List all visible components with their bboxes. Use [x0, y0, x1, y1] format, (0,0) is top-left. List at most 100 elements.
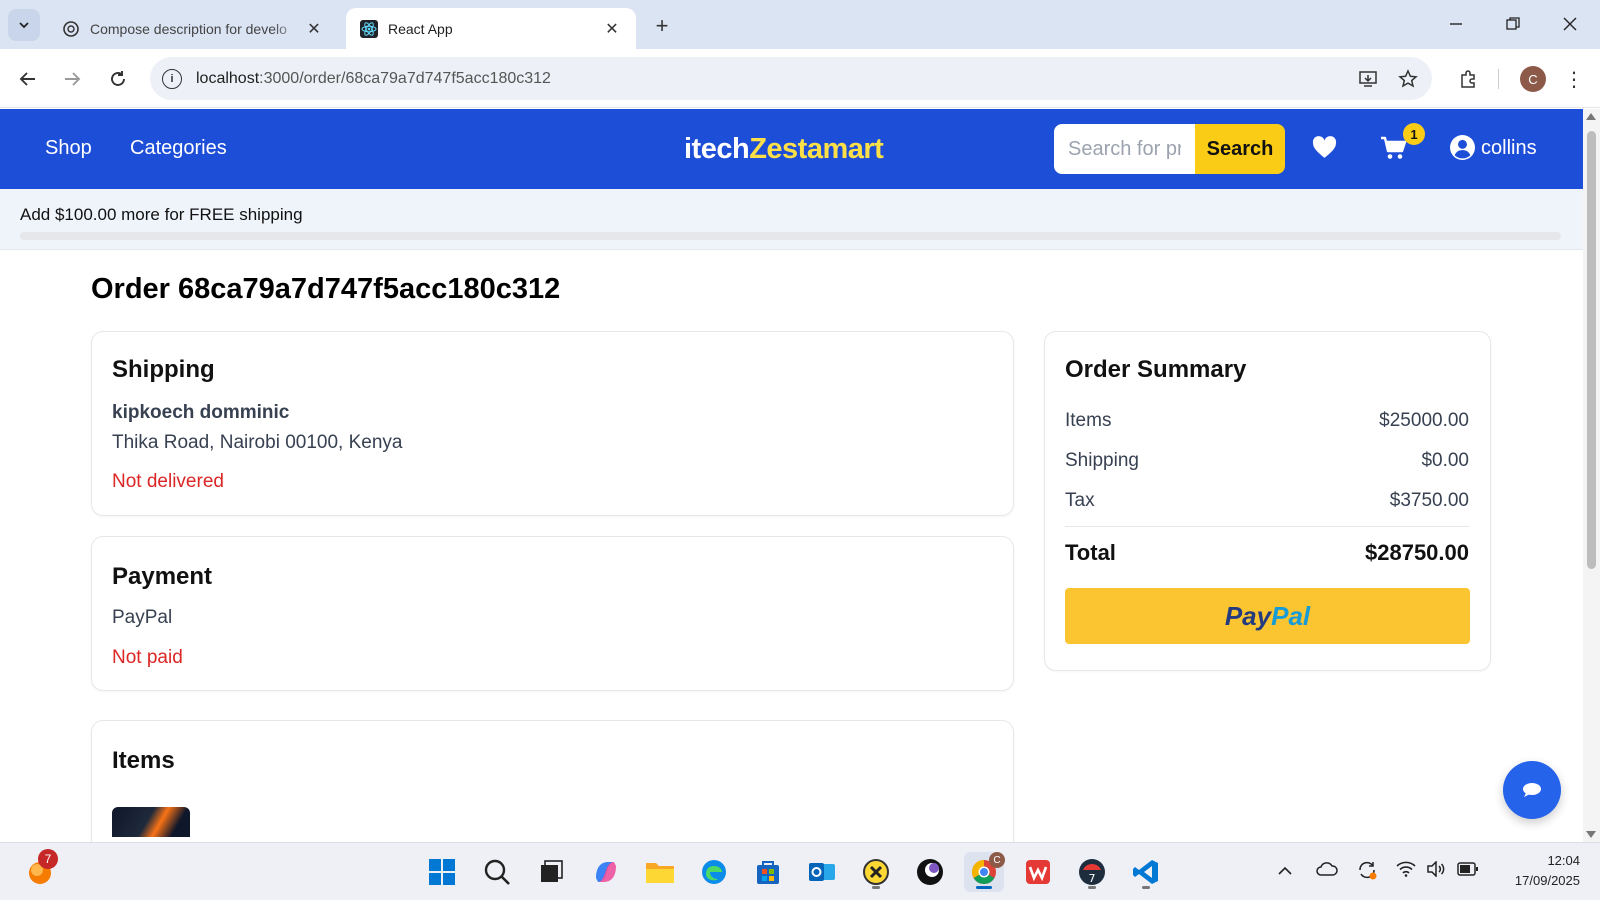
- windows-taskbar: 7 C 7 12:04 17/09/2025: [0, 842, 1600, 900]
- calendar-badge-icon: 7: [1079, 859, 1105, 885]
- url-text[interactable]: localhost:3000/order/68ca79a7d747f5acc18…: [196, 70, 1352, 88]
- calendar-app[interactable]: 7: [1072, 852, 1112, 892]
- shipping-card: Shipping kipkoech domminic Thika Road, N…: [91, 331, 1014, 516]
- file-explorer-app[interactable]: [640, 852, 680, 892]
- nav-categories-link[interactable]: Categories: [130, 137, 227, 160]
- product-thumbnail[interactable]: [112, 807, 190, 837]
- free-shipping-progress-bar: [20, 232, 1561, 240]
- clock-time: 12:04: [1547, 853, 1580, 868]
- close-tab-icon[interactable]: ✕: [602, 19, 622, 39]
- scroll-up-arrow[interactable]: [1586, 113, 1596, 120]
- tab-compose-description[interactable]: Compose description for develo ✕: [48, 8, 338, 49]
- chat-bubble-icon: [1523, 783, 1541, 797]
- chat-button[interactable]: [1503, 761, 1561, 819]
- summary-value: $3750.00: [1389, 490, 1469, 511]
- windows-logo-icon: [429, 859, 455, 885]
- tab-react-app[interactable]: React App ✕: [346, 8, 636, 49]
- page-title: Order 68ca79a7d747f5acc180c312: [91, 273, 561, 305]
- battery-icon[interactable]: [1457, 862, 1479, 880]
- browser-tab-bar: Compose description for develo ✕ React A…: [0, 0, 1600, 49]
- scroll-down-arrow[interactable]: [1586, 831, 1596, 838]
- order-summary-heading: Order Summary: [1065, 356, 1247, 383]
- new-tab-button[interactable]: +: [648, 12, 676, 40]
- close-window-icon[interactable]: [1550, 8, 1590, 40]
- clock-date: 17/09/2025: [1514, 873, 1580, 888]
- chevron-down-icon: [19, 22, 29, 29]
- microsoft-store-app[interactable]: [748, 852, 788, 892]
- outlook-app[interactable]: [802, 852, 842, 892]
- store-icon: [757, 861, 779, 884]
- minimize-icon[interactable]: [1436, 8, 1476, 40]
- start-button[interactable]: [422, 852, 462, 892]
- free-shipping-banner: Add $100.00 more for FREE shipping: [0, 189, 1583, 250]
- close-tab-icon[interactable]: ✕: [304, 19, 324, 39]
- total-label: Total: [1065, 540, 1116, 565]
- toolbar-divider: [1498, 69, 1499, 89]
- install-app-icon[interactable]: [1352, 63, 1384, 95]
- paypal-logo-part1: Pay: [1224, 600, 1272, 631]
- recipient-name: kipkoech domminic: [112, 402, 290, 423]
- show-hidden-icons-chevron-icon[interactable]: [1278, 863, 1292, 880]
- tab-search-button[interactable]: [8, 9, 40, 41]
- reload-icon[interactable]: [102, 63, 134, 95]
- edge-app[interactable]: [694, 852, 734, 892]
- wps-icon: [1026, 860, 1050, 884]
- extensions-icon[interactable]: [1452, 63, 1484, 95]
- tab-title: Compose description for develo: [90, 20, 287, 37]
- svg-text:7: 7: [1089, 872, 1096, 885]
- outlook-icon: [809, 863, 835, 881]
- page-scrollbar[interactable]: [1583, 109, 1600, 842]
- ix-app[interactable]: [856, 852, 896, 892]
- wishlist-heart-icon[interactable]: [1312, 136, 1337, 164]
- notification-badge: 7: [38, 849, 58, 869]
- paypal-logo-part2: Pal: [1271, 600, 1311, 631]
- task-view-icon: [541, 860, 563, 882]
- vscode-app[interactable]: [1126, 852, 1166, 892]
- search-input[interactable]: [1054, 124, 1195, 174]
- delivery-status: Not delivered: [112, 471, 224, 492]
- summary-row-total: Total $28750.00: [1065, 540, 1469, 566]
- browser-toolbar: i localhost:3000/order/68ca79a7d747f5acc…: [0, 49, 1600, 108]
- address-bar[interactable]: i localhost:3000/order/68ca79a7d747f5acc…: [150, 57, 1432, 100]
- payment-heading: Payment: [112, 563, 213, 590]
- user-icon[interactable]: [1450, 135, 1475, 165]
- shipping-address: Thika Road, Nairobi 00100, Kenya: [112, 432, 403, 453]
- items-heading: Items: [112, 747, 175, 774]
- profile-avatar[interactable]: C: [1520, 66, 1546, 92]
- restore-icon[interactable]: [1493, 8, 1533, 40]
- search-button[interactable]: Search: [1195, 124, 1285, 174]
- browser-menu-icon[interactable]: ⋮: [1562, 66, 1586, 92]
- bookmark-star-icon[interactable]: [1392, 63, 1424, 95]
- summary-row-items: Items $25000.00: [1065, 410, 1469, 432]
- openai-icon: [62, 20, 80, 38]
- onedrive-cloud-icon[interactable]: [1316, 861, 1338, 881]
- cart-icon[interactable]: [1380, 136, 1407, 165]
- order-summary-card: Order Summary Items $25000.00 Shipping $…: [1044, 331, 1491, 671]
- summary-label: Shipping: [1065, 450, 1139, 471]
- scrollbar-thumb[interactable]: [1587, 131, 1596, 569]
- react-icon: [360, 19, 378, 38]
- wifi-icon[interactable]: [1396, 861, 1416, 881]
- wps-office-app[interactable]: [1018, 852, 1058, 892]
- site-logo[interactable]: itechZestamart: [684, 133, 884, 166]
- paypal-button[interactable]: Pay Pal: [1065, 588, 1470, 644]
- task-view-button[interactable]: [531, 852, 571, 892]
- payment-status: Not paid: [112, 647, 183, 668]
- volume-icon[interactable]: [1426, 860, 1446, 881]
- forward-arrow-icon[interactable]: [56, 63, 88, 95]
- search-taskbar-button[interactable]: [477, 852, 517, 892]
- summary-label: Items: [1065, 410, 1112, 431]
- nav-shop-link[interactable]: Shop: [45, 137, 92, 160]
- back-arrow-icon[interactable]: [12, 63, 44, 95]
- taskbar-clock[interactable]: 12:04 17/09/2025: [1496, 851, 1580, 891]
- user-menu-name[interactable]: collins: [1481, 137, 1537, 160]
- copilot-app[interactable]: [586, 852, 626, 892]
- sync-icon[interactable]: [1356, 859, 1378, 885]
- page-viewport: Shop Categories itechZestamart Search 1 …: [0, 109, 1583, 842]
- payment-method: PayPal: [112, 607, 173, 628]
- site-header: Shop Categories itechZestamart Search 1 …: [0, 109, 1583, 189]
- summary-value: $25000.00: [1379, 410, 1469, 431]
- site-info-icon[interactable]: i: [162, 68, 182, 89]
- chrome-app[interactable]: C: [964, 852, 1005, 892]
- media-app[interactable]: [910, 852, 950, 892]
